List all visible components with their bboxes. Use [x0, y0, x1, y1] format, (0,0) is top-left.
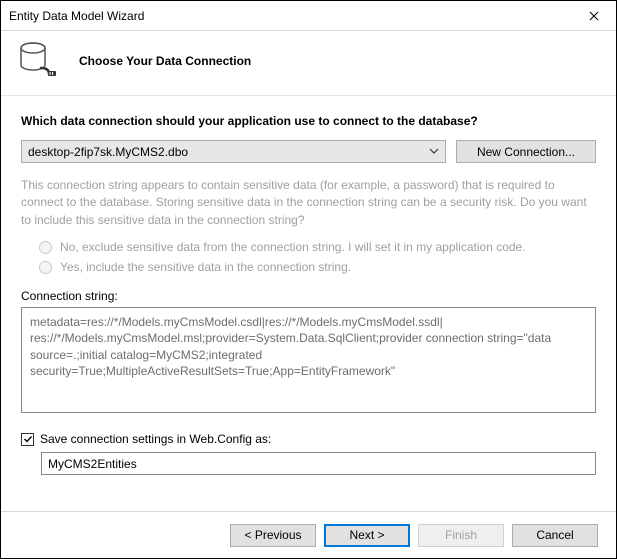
finish-button: Finish	[418, 524, 504, 547]
sensitive-data-warning: This connection string appears to contai…	[21, 177, 596, 229]
database-icon	[19, 41, 59, 81]
wizard-footer: < Previous Next > Finish Cancel	[1, 511, 616, 558]
radio-include-row: Yes, include the sensitive data in the c…	[21, 257, 596, 277]
save-settings-row: Save connection settings in Web.Config a…	[21, 432, 596, 446]
finish-label: Finish	[445, 528, 477, 542]
wizard-header: Choose Your Data Connection	[1, 31, 616, 95]
connection-row: desktop-2fip7sk.MyCMS2.dbo New Connectio…	[21, 140, 596, 163]
connection-dropdown-value: desktop-2fip7sk.MyCMS2.dbo	[28, 145, 188, 159]
next-label: Next >	[349, 528, 384, 542]
check-icon	[23, 434, 33, 444]
wizard-dialog: Entity Data Model Wizard Choose Your Dat…	[0, 0, 617, 559]
connection-dropdown[interactable]: desktop-2fip7sk.MyCMS2.dbo	[21, 140, 446, 163]
titlebar: Entity Data Model Wizard	[1, 1, 616, 31]
connection-string-textarea[interactable]	[21, 307, 596, 413]
radio-exclude-label: No, exclude sensitive data from the conn…	[60, 240, 526, 254]
new-connection-label: New Connection...	[477, 145, 575, 159]
content-area: Which data connection should your applic…	[1, 96, 616, 475]
save-settings-checkbox[interactable]	[21, 433, 34, 446]
connection-string-label: Connection string:	[21, 289, 596, 303]
window-title: Entity Data Model Wizard	[9, 9, 572, 23]
radio-exclude-row: No, exclude sensitive data from the conn…	[21, 237, 596, 257]
settings-name-input[interactable]	[41, 452, 596, 475]
cancel-button[interactable]: Cancel	[512, 524, 598, 547]
radio-include-label: Yes, include the sensitive data in the c…	[60, 260, 351, 274]
radio-exclude	[39, 241, 52, 254]
chevron-down-icon	[429, 145, 439, 159]
wizard-header-title: Choose Your Data Connection	[79, 54, 251, 68]
radio-include	[39, 261, 52, 274]
close-icon	[589, 11, 599, 21]
question-label: Which data connection should your applic…	[21, 114, 596, 128]
close-button[interactable]	[572, 1, 616, 31]
next-button[interactable]: Next >	[324, 524, 410, 547]
previous-label: < Previous	[244, 528, 301, 542]
previous-button[interactable]: < Previous	[230, 524, 316, 547]
cancel-label: Cancel	[536, 528, 573, 542]
new-connection-button[interactable]: New Connection...	[456, 140, 596, 163]
save-settings-label: Save connection settings in Web.Config a…	[40, 432, 271, 446]
